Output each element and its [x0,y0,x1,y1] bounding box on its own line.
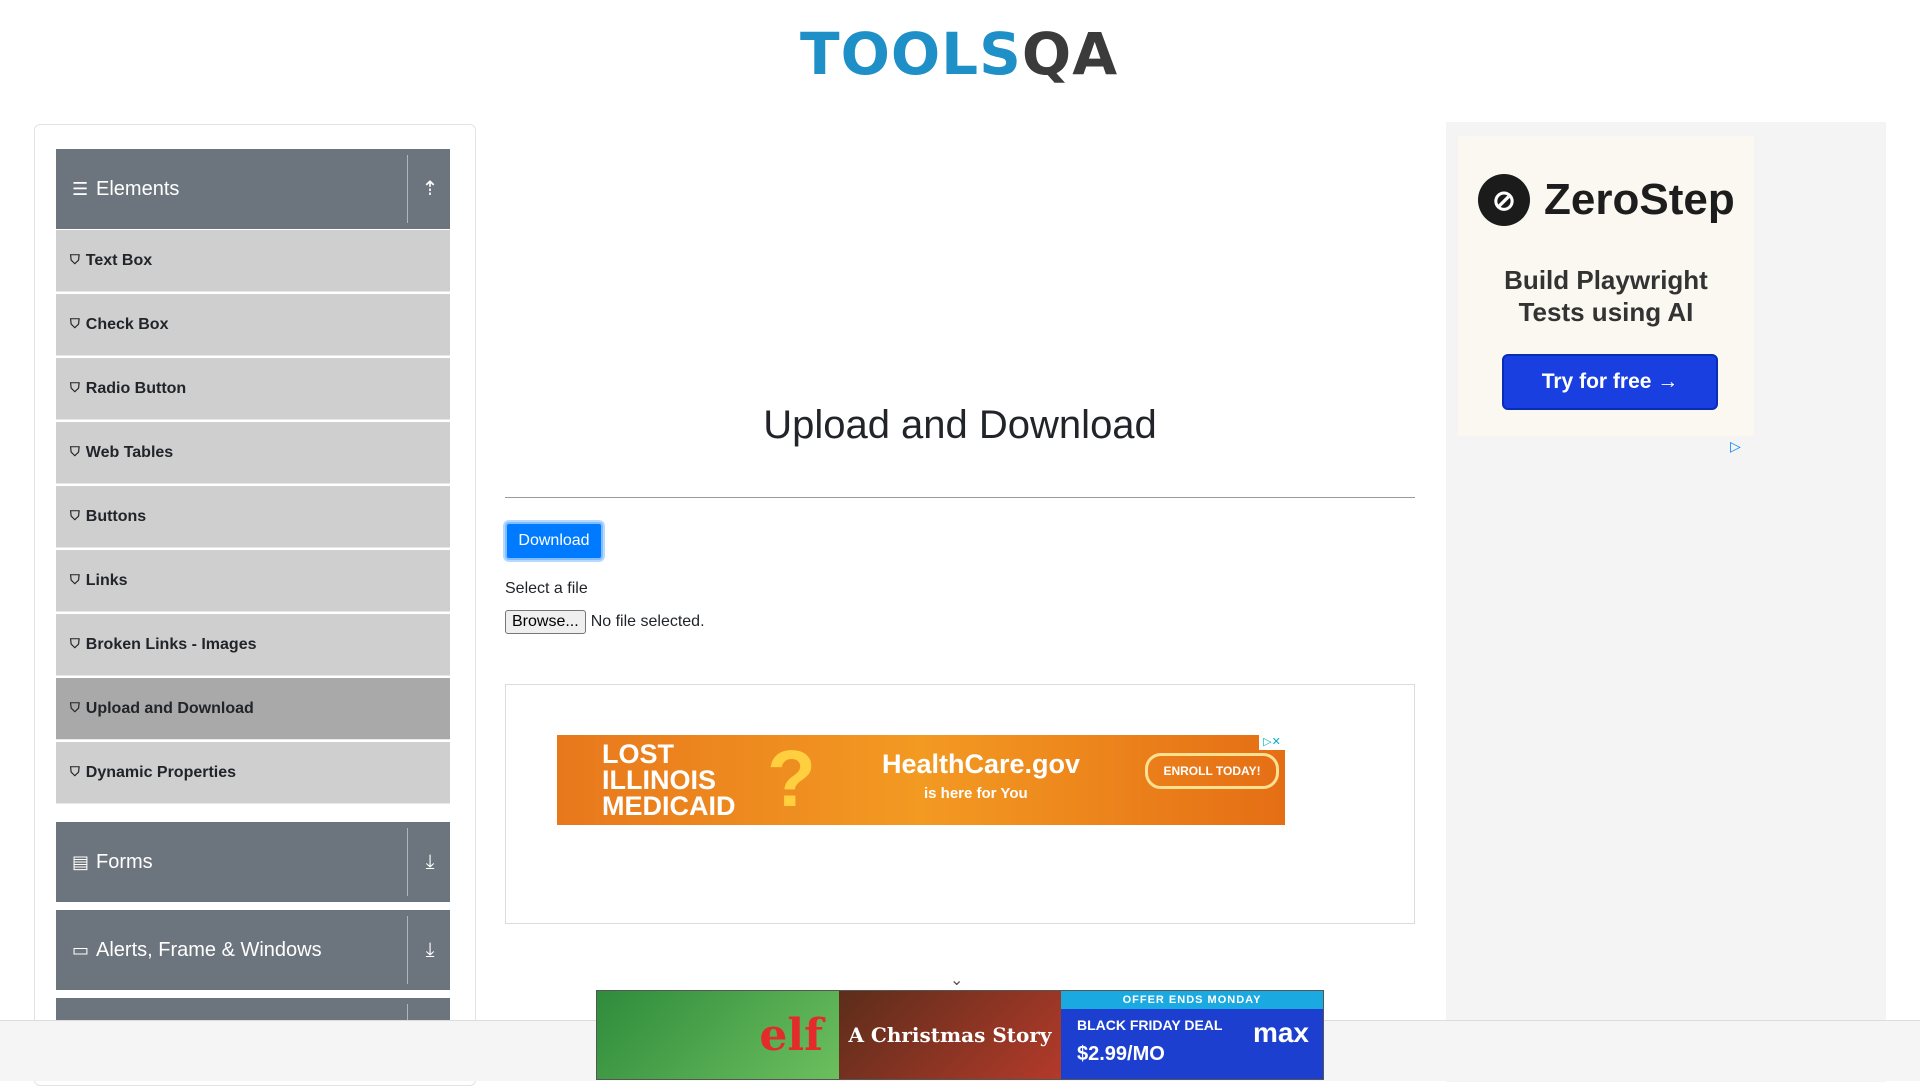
elf-ad-panel: elf [597,991,839,1079]
group-header-forms[interactable]: ▤ Forms ⤓ [56,822,450,902]
sidebar-item-broken-links[interactable]: ⛉ Broken Links - Images [56,614,450,676]
zerostep-logo: ⊘ ZeroStep [1478,174,1735,226]
question-mark-icon: ? [767,735,816,823]
sidebar-item-label: Broken Links - Images [85,635,257,653]
zerostep-tagline: Build Playwright Tests using AI [1458,264,1754,328]
sidebar-item-label: Buttons [85,507,147,525]
healthcare-ad-banner[interactable]: LOST ILLINOIS MEDICAID ? HealthCare.gov … [557,735,1285,825]
sidebar: ☰ Elements ⇡ ⛉ Text Box ⛉ Check Box ⛉ Ra… [34,124,476,1086]
sidebar-item-buttons[interactable]: ⛉ Buttons [56,486,450,548]
title-divider [505,497,1415,498]
html5-icon: ⛉ [70,381,80,396]
right-ad-panel: ⊘ ZeroStep Build Playwright Tests using … [1446,122,1886,1082]
ad-container: LOST ILLINOIS MEDICAID ? HealthCare.gov … [505,684,1415,924]
chevron-down-icon[interactable]: ⌄ [950,970,963,989]
max-logo: max [1252,1017,1309,1048]
sidebar-item-label: Text Box [85,251,153,269]
sidebar-item-links[interactable]: ⛉ Links [56,550,450,612]
window-icon: ▭ [72,939,90,961]
download-arrow-icon[interactable]: ⤓ [416,847,444,875]
group-label: Forms [96,850,153,873]
html5-icon: ⛉ [70,445,80,460]
group-header-elements[interactable]: ☰ Elements ⇡ [56,149,450,229]
tagline-line: Build Playwright [1504,265,1708,295]
logo-tools-text: TOOLS [800,20,1022,88]
max-ad-panel: OFFER ENDS MONDAY BLACK FRIDAY DEAL $2.9… [1061,991,1323,1079]
bottom-ad-banner[interactable]: elf A Christmas Story OFFER ENDS MONDAY … [596,990,1324,1080]
ad-brand: HealthCare.gov [882,749,1081,779]
sidebar-item-label: Links [85,571,128,589]
sidebar-item-upload-download[interactable]: ⛉ Upload and Download [56,678,450,740]
adchoices-icon[interactable]: ▷ [1730,438,1741,455]
divider [407,155,408,223]
download-button[interactable]: Download [505,522,603,560]
site-header: TOOLS QA [0,0,1920,105]
file-input[interactable]: Browse... No file selected. [505,610,705,634]
document-icon: ▤ [72,851,90,873]
ad-headline-line: ILLINOIS [602,765,716,795]
ad-headline-line: LOST [602,739,674,769]
sidebar-item-text-box[interactable]: ⛉ Text Box [56,230,450,292]
sidebar-item-check-box[interactable]: ⛉ Check Box [56,294,450,356]
ad-headline-line: MEDICAID [602,791,736,821]
zerostep-logo-icon: ⊘ [1478,174,1530,226]
divider [407,916,408,984]
html5-icon: ⛉ [70,637,80,652]
sidebar-item-radio-button[interactable]: ⛉ Radio Button [56,358,450,420]
group-label: Alerts, Frame & Windows [96,938,322,961]
sidebar-item-label: Web Tables [85,443,174,461]
main-content: Upload and Download Download Select a fi… [505,400,1415,634]
offer-banner: OFFER ENDS MONDAY [1061,991,1323,1009]
tagline-line: Tests using AI [1518,297,1694,327]
try-for-free-button[interactable]: Try for free → [1502,354,1718,410]
ad-headline: LOST ILLINOIS MEDICAID [602,739,736,821]
upload-arrow-icon[interactable]: ⇡ [416,174,444,202]
elements-menu: ⛉ Text Box ⛉ Check Box ⛉ Radio Button ⛉ … [56,230,450,806]
hamburger-icon: ☰ [72,178,89,200]
christmas-story-ad-panel: A Christmas Story [839,991,1061,1079]
browse-button[interactable]: Browse... [505,610,586,634]
html5-icon: ⛉ [70,509,80,524]
logo-qa-text: QA [1021,20,1119,88]
sidebar-item-label: Upload and Download [85,699,254,717]
sidebar-item-label: Radio Button [85,379,187,397]
price-text: $2.99/MO [1077,1043,1165,1065]
download-arrow-icon[interactable]: ⤓ [416,935,444,963]
divider [407,828,408,896]
ad-close-icon[interactable]: ▷✕ [1259,735,1285,750]
html5-icon: ⛉ [70,573,80,588]
html5-icon: ⛉ [70,317,80,332]
file-status-text: No file selected. [590,613,705,630]
deal-text: BLACK FRIDAY DEAL [1077,1017,1223,1033]
select-file-label: Select a file [505,580,588,597]
sidebar-item-web-tables[interactable]: ⛉ Web Tables [56,422,450,484]
page-title: Upload and Download [763,403,1157,447]
toolsqa-logo[interactable]: TOOLS QA [800,14,1125,94]
group-header-alerts[interactable]: ▭ Alerts, Frame & Windows ⤓ [56,910,450,990]
html5-icon: ⛉ [70,253,80,268]
html5-icon: ⛉ [70,765,80,780]
ad-tagline: is here for You [924,785,1028,802]
enroll-button[interactable]: ENROLL TODAY! [1145,753,1279,789]
zerostep-ad[interactable]: ⊘ ZeroStep Build Playwright Tests using … [1458,136,1754,436]
sidebar-item-dynamic-properties[interactable]: ⛉ Dynamic Properties [56,742,450,804]
sidebar-item-label: Check Box [85,315,169,333]
sidebar-item-label: Dynamic Properties [85,763,237,781]
html5-icon: ⛉ [70,701,80,716]
zerostep-brand: ZeroStep [1544,175,1735,224]
group-label: Elements [96,177,180,200]
